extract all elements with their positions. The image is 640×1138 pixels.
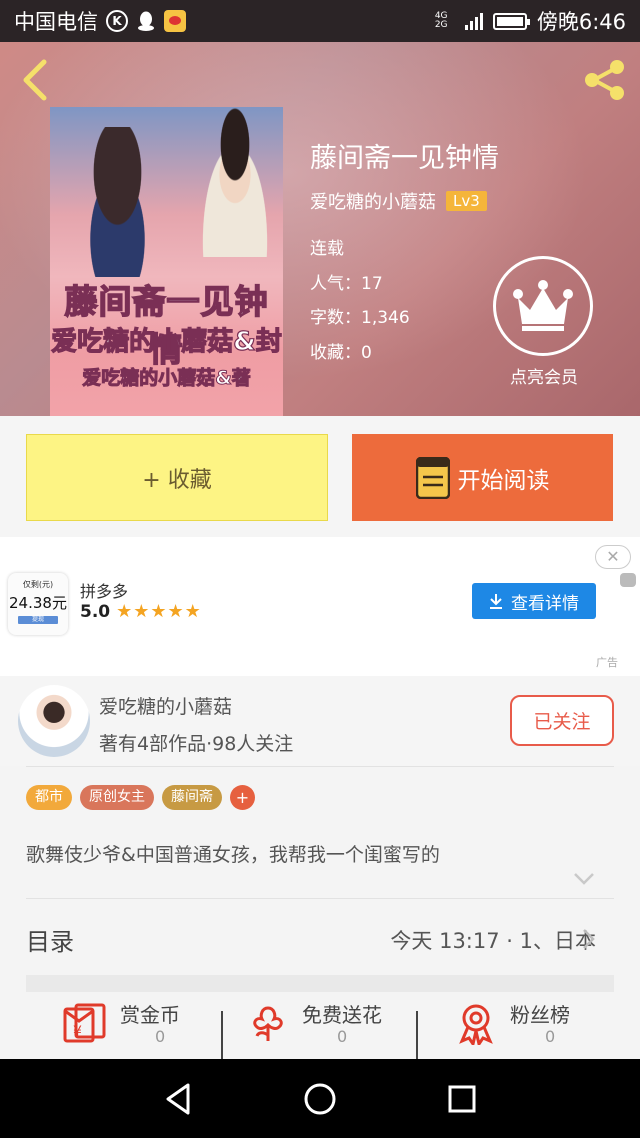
word-count-stat: 字数：1,346: [310, 308, 410, 328]
ad-app-icon[interactable]: 仅剩(元) 24.38元 提现: [8, 573, 68, 635]
reward-bar: ¥ 赏金币 0 免费送花 0 粉丝榜 0: [26, 1003, 614, 1066]
ad-icon-sub: 提现: [31, 616, 44, 623]
start-reading-button[interactable]: 开始阅读: [352, 434, 613, 521]
network-type-label: 4G 2G: [434, 11, 448, 30]
signal-icon: [464, 12, 483, 30]
clock: 傍晚6:46: [536, 10, 626, 34]
star-rating-icon: ★★★★★: [116, 601, 202, 622]
ad-rating: 5.0 ★★★★★: [80, 601, 202, 622]
k-app-icon: K: [106, 10, 128, 32]
section-separator: [26, 975, 614, 992]
author-card: 爱吃糖的小蘑菇 著有4部作品·98人关注 已关注: [0, 676, 640, 766]
collect-button[interactable]: + 收藏: [26, 434, 328, 521]
carrier-label: 中国电信: [14, 10, 98, 34]
reward-coins-label: 赏金币: [120, 1003, 180, 1027]
send-flower-count: 0: [337, 1027, 348, 1046]
book-stats: 连载 人气：17 字数：1,346 收藏：0: [310, 232, 410, 370]
book-title: 藤间斋一见钟情: [310, 143, 499, 174]
follow-button[interactable]: 已关注: [510, 695, 614, 746]
author-name[interactable]: 爱吃糖的小蘑菇: [99, 692, 232, 719]
fan-ranking-count: 0: [545, 1027, 556, 1046]
cover-illustration-boy: [190, 107, 280, 257]
crown-icon: [513, 280, 573, 331]
ad-app-name: 拼多多: [80, 582, 129, 601]
avatar[interactable]: [18, 685, 90, 757]
chevron-right-icon[interactable]: [580, 927, 596, 951]
favorites-stat: 收藏：0: [310, 342, 372, 363]
action-bar: + 收藏 开始阅读: [0, 416, 640, 537]
share-icon[interactable]: [580, 56, 628, 104]
reward-coins-button[interactable]: ¥ 赏金币 0: [62, 1003, 180, 1046]
cover-author: 爱吃糖的小蘑菇&著: [82, 367, 252, 390]
tag-list: 都市 原创女主 藤间斋 +: [26, 785, 255, 810]
fan-ranking-label: 粉丝榜: [510, 1003, 570, 1027]
send-flower-label: 免费送花: [302, 1003, 382, 1027]
vip-crown-circle: [493, 256, 593, 356]
author-info: 著有4部作品·98人关注: [99, 733, 294, 755]
book-status: 连载: [310, 239, 344, 259]
popularity-stat: 人气：17: [310, 273, 383, 294]
ad-icon-amount: 24.38元: [9, 594, 67, 612]
vip-label: 点亮会员: [510, 368, 578, 388]
divider: [26, 898, 614, 899]
medal-icon: [459, 1004, 493, 1045]
cover-illustration-girl: [70, 127, 165, 277]
nav-back-icon[interactable]: [160, 1081, 196, 1117]
ad-banner[interactable]: ✕ 仅剩(元) 24.38元 提现 拼多多 5.0 ★★★★★ 查看详情 广告: [0, 537, 640, 676]
book-author-row[interactable]: 爱吃糖的小蘑菇 Lv3: [310, 188, 487, 214]
author-level-badge: Lv3: [446, 191, 487, 211]
ad-label: 广告: [596, 656, 618, 669]
vip-button[interactable]: 点亮会员: [493, 256, 595, 388]
reward-coins-count: 0: [155, 1027, 166, 1046]
book-header: 藤间斋一见钟情 爱吃糖的小蘑菇&封 爱吃糖的小蘑菇&著 藤间斋一见钟情 爱吃糖的…: [0, 42, 640, 416]
back-icon[interactable]: [18, 58, 54, 102]
ad-close-icon[interactable]: ✕: [595, 545, 631, 569]
qq-icon: [138, 11, 154, 31]
download-icon: [490, 594, 502, 609]
nav-recents-icon[interactable]: [444, 1081, 480, 1117]
vertical-divider: [416, 1011, 418, 1066]
ad-icon-bar: 提现: [18, 616, 58, 624]
weibo-icon: [164, 10, 186, 32]
status-bar: 中国电信 K 4G 2G 傍晚6:46: [0, 0, 640, 42]
send-flower-button[interactable]: 免费送花 0: [248, 1003, 382, 1046]
toc-label[interactable]: 目录: [26, 922, 74, 957]
toc-latest-chapter[interactable]: 今天 13:17 · 1、日本: [390, 925, 596, 955]
ad-icon-top-text: 仅剩(元): [22, 580, 54, 589]
vertical-divider: [221, 1011, 223, 1066]
red-envelope-icon: ¥: [63, 1003, 106, 1043]
fan-ranking-button[interactable]: 粉丝榜 0: [456, 1003, 570, 1046]
ad-view-details-button[interactable]: 查看详情: [472, 583, 596, 619]
add-tag-button[interactable]: +: [230, 785, 255, 810]
flower-icon: [253, 1006, 283, 1041]
tag-item[interactable]: 原创女主: [80, 785, 154, 810]
book-intro: 歌舞伎少爷&中国普通女孩，我帮我一个闺蜜写的: [26, 844, 440, 866]
nav-home-icon[interactable]: [302, 1081, 338, 1117]
tag-item[interactable]: 藤间斋: [162, 785, 222, 810]
book-icon: [415, 456, 450, 499]
ad-button-label: 查看详情: [511, 593, 579, 614]
cover-subtitle: 爱吃糖的小蘑菇&封: [51, 326, 283, 357]
divider: [26, 766, 614, 767]
start-reading-label: 开始阅读: [457, 467, 550, 494]
chevron-down-icon[interactable]: [573, 871, 595, 887]
tag-item[interactable]: 都市: [26, 785, 72, 810]
ad-rating-score: 5.0: [80, 601, 111, 622]
book-cover[interactable]: 藤间斋一见钟情 爱吃糖的小蘑菇&封 爱吃糖的小蘑菇&著: [50, 107, 283, 416]
system-nav-bar: [0, 1059, 640, 1138]
ad-indicator-icon: [620, 573, 636, 587]
battery-icon: [492, 12, 530, 30]
book-author-name[interactable]: 爱吃糖的小蘑菇: [310, 188, 436, 214]
